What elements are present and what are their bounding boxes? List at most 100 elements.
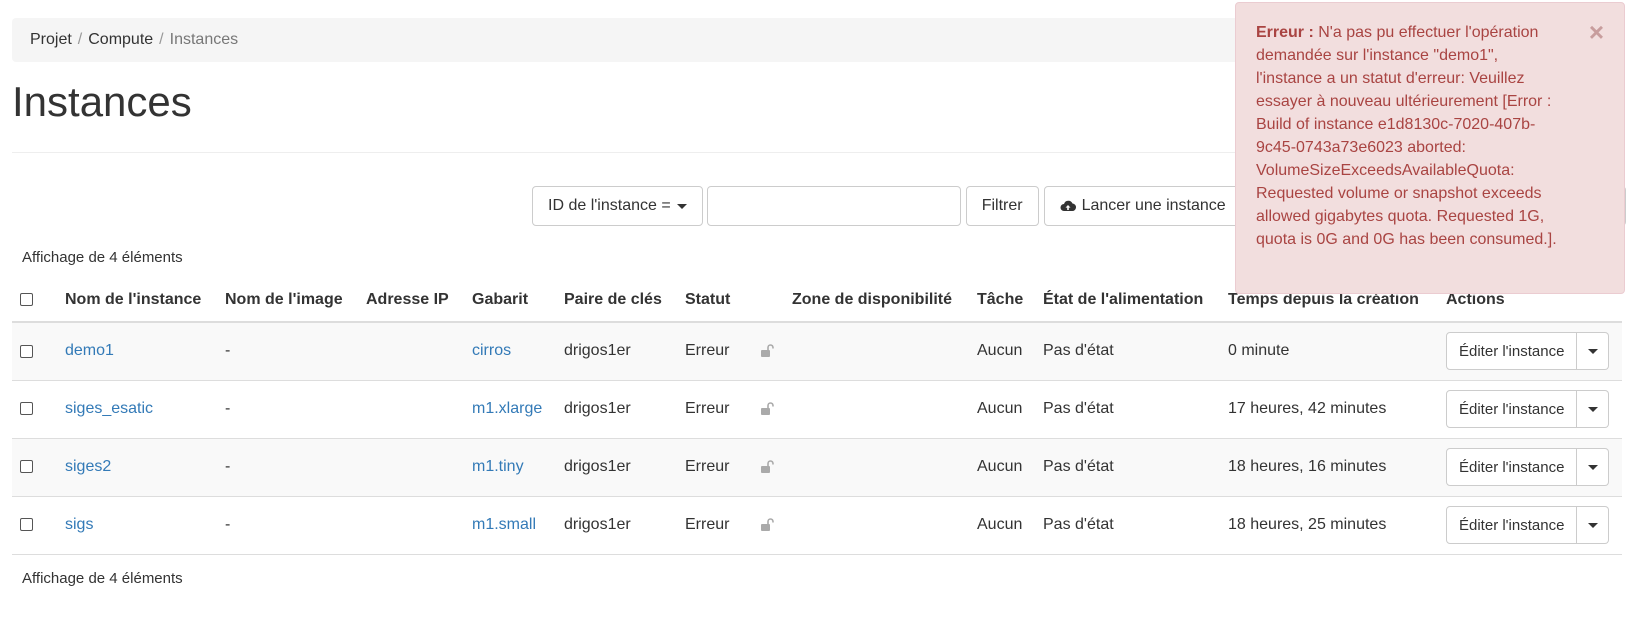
zone-cell — [784, 438, 969, 497]
cloud-upload-icon — [1060, 199, 1076, 213]
status-text: Erreur — [685, 342, 730, 360]
edit-instance-button[interactable]: Éditer l'instance — [1446, 506, 1578, 544]
keypair-cell: drigos1er — [556, 322, 677, 381]
col-header-status[interactable]: Statut — [677, 278, 784, 323]
caret-down-icon — [1587, 522, 1598, 528]
instances-table: Nom de l'instance Nom de l'image Adresse… — [12, 278, 1622, 555]
keypair-cell: drigos1er — [556, 438, 677, 497]
instance-name-link[interactable]: siges_esatic — [65, 400, 153, 417]
status-text: Erreur — [685, 400, 730, 417]
caret-down-icon — [1587, 464, 1598, 470]
flavor-link[interactable]: m1.tiny — [472, 458, 524, 475]
caret-down-icon — [1587, 406, 1598, 412]
instance-name-link[interactable]: demo1 — [65, 342, 114, 359]
breadcrumb-separator: / — [159, 31, 164, 48]
col-header-name[interactable]: Nom de l'instance — [57, 278, 217, 323]
status-text: Erreur — [685, 458, 730, 475]
breadcrumb-item-projet[interactable]: Projet — [30, 31, 72, 49]
flavor-link[interactable]: cirros — [472, 342, 511, 359]
zone-cell — [784, 322, 969, 381]
filter-button[interactable]: Filtrer — [965, 186, 1039, 226]
page-title: Instances — [12, 78, 192, 125]
filter-field-select[interactable]: ID de l'instance = — [532, 186, 703, 226]
actions-cell: Éditer l'instance — [1438, 438, 1622, 497]
status-cell: Erreur — [677, 438, 784, 497]
table-row: sigs - m1.small drigos1er Erreur Aucun P… — [12, 496, 1622, 555]
table-row: siges_esatic - m1.xlarge drigos1er Erreu… — [12, 380, 1622, 439]
task-cell: Aucun — [969, 496, 1035, 555]
col-header-zone[interactable]: Zone de disponibilité — [784, 278, 969, 323]
zone-cell — [784, 380, 969, 439]
col-header-image[interactable]: Nom de l'image — [217, 278, 358, 323]
age-cell: 18 heures, 25 minutes — [1220, 496, 1438, 555]
row-actions-group: Éditer l'instance — [1446, 390, 1610, 428]
status-cell: Erreur — [677, 496, 784, 555]
row-select-cell — [12, 322, 57, 381]
ip-address-cell — [358, 322, 464, 381]
power-state-cell: Pas d'état — [1035, 438, 1220, 497]
lock-open-icon — [760, 459, 776, 474]
actions-cell: Éditer l'instance — [1438, 322, 1622, 381]
task-cell: Aucun — [969, 380, 1035, 439]
more-actions-toggle[interactable] — [1577, 332, 1610, 371]
row-select-cell — [12, 496, 57, 555]
select-all-checkbox[interactable] — [20, 292, 33, 306]
col-header-task[interactable]: Tâche — [969, 278, 1035, 323]
row-checkbox[interactable] — [20, 402, 33, 416]
close-icon[interactable]: × — [1589, 19, 1604, 45]
edit-instance-button[interactable]: Éditer l'instance — [1446, 390, 1578, 428]
row-checkbox[interactable] — [20, 518, 33, 532]
status-cell: Erreur — [677, 322, 784, 381]
ip-address-cell — [358, 496, 464, 555]
instance-name-cell: sigs — [57, 496, 217, 555]
row-actions-group: Éditer l'instance — [1446, 332, 1610, 371]
breadcrumb-separator: / — [77, 31, 83, 48]
caret-down-icon — [676, 203, 687, 209]
ip-address-cell — [358, 380, 464, 439]
breadcrumb-item-compute[interactable]: Compute — [88, 31, 153, 49]
ip-address-cell — [358, 438, 464, 497]
row-checkbox[interactable] — [20, 344, 33, 358]
age-cell: 17 heures, 42 minutes — [1220, 380, 1438, 439]
item-count-bottom: Affichage de 4 éléments — [22, 570, 183, 587]
age-cell: 18 heures, 16 minutes — [1220, 438, 1438, 497]
edit-instance-button[interactable]: Éditer l'instance — [1446, 332, 1578, 371]
image-name-cell: - — [217, 496, 358, 555]
row-actions-group: Éditer l'instance — [1446, 506, 1610, 544]
col-header-power[interactable]: État de l'alimentation — [1035, 278, 1220, 323]
more-actions-toggle[interactable] — [1577, 448, 1610, 486]
edit-instance-button[interactable]: Éditer l'instance — [1446, 448, 1578, 486]
actions-cell: Éditer l'instance — [1438, 380, 1622, 439]
instance-name-cell: siges2 — [57, 438, 217, 497]
age-cell: 0 minute — [1220, 322, 1438, 381]
row-select-cell — [12, 380, 57, 439]
flavor-link[interactable]: m1.xlarge — [472, 400, 542, 417]
col-header-ip[interactable]: Adresse IP — [358, 278, 464, 323]
instance-name-link[interactable]: sigs — [65, 516, 93, 533]
table-toolbar: ID de l'instance = Filtrer Lancer une in… — [532, 186, 1242, 226]
zone-cell — [784, 496, 969, 555]
row-select-cell — [12, 438, 57, 497]
row-checkbox[interactable] — [20, 460, 33, 474]
breadcrumb-item-instances: Instances — [169, 31, 239, 48]
lock-open-icon — [760, 401, 776, 416]
image-name-cell: - — [217, 380, 358, 439]
more-actions-toggle[interactable] — [1577, 506, 1610, 544]
launch-instance-button[interactable]: Lancer une instance — [1043, 186, 1242, 226]
flavor-link[interactable]: m1.small — [472, 516, 536, 533]
power-state-cell: Pas d'état — [1035, 380, 1220, 439]
instance-name-link[interactable]: siges2 — [65, 458, 111, 475]
image-name-cell: - — [217, 322, 358, 381]
more-actions-toggle[interactable] — [1577, 390, 1610, 428]
filter-input[interactable] — [706, 186, 961, 226]
error-alert: × Erreur : N'a pas pu effectuer l'opérat… — [1235, 2, 1625, 294]
row-actions-group: Éditer l'instance — [1446, 448, 1610, 486]
task-cell: Aucun — [969, 438, 1035, 497]
flavor-cell: m1.xlarge — [464, 380, 556, 439]
keypair-cell: drigos1er — [556, 380, 677, 439]
task-cell: Aucun — [969, 322, 1035, 381]
col-header-keypair[interactable]: Paire de clés — [556, 278, 677, 323]
image-name-cell: - — [217, 438, 358, 497]
col-header-flavor[interactable]: Gabarit — [464, 278, 556, 323]
launch-instance-label: Lancer une instance — [1081, 197, 1226, 214]
